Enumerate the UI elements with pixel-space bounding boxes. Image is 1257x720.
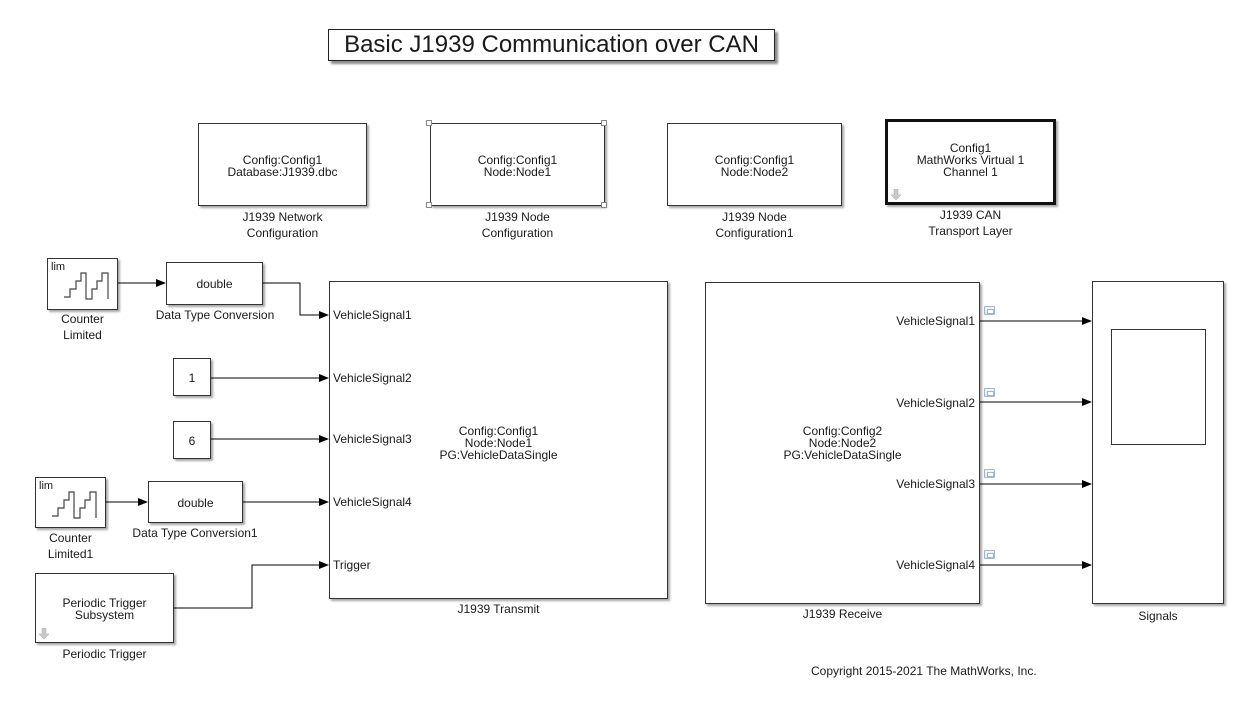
block-text: PG:VehicleDataSingle: [439, 448, 558, 462]
transmit-input-port[interactable]: VehicleSignal2: [333, 372, 412, 384]
wire-trigger-transmit: [174, 561, 329, 609]
constant-value: 1: [188, 371, 196, 385]
block-label: J1939 Network Configuration: [242, 210, 323, 240]
staircase-icon: [52, 491, 97, 519]
transmit-input-port[interactable]: Trigger: [333, 559, 371, 571]
receive-output-port[interactable]: VehicleSignal2: [896, 397, 975, 409]
selection-handle[interactable]: [601, 120, 607, 126]
block-label: J1939 Receive: [802, 607, 883, 621]
block-label: Data Type Conversion: [155, 308, 275, 322]
block-text: Database:J1939.dbc: [227, 165, 338, 179]
periodic-trigger-subsystem-block[interactable]: Periodic Trigger Subsystem: [35, 573, 174, 643]
transmit-input-port[interactable]: VehicleSignal4: [333, 496, 412, 508]
signals-scope-block[interactable]: [1092, 281, 1224, 604]
constant-block-1[interactable]: 1: [173, 358, 211, 396]
copyright-annotation: Copyright 2015-2021 The MathWorks, Inc.: [811, 664, 1037, 678]
j1939-node-configuration1-block[interactable]: Config:Config1 Node:Node2: [667, 123, 842, 206]
scope-screen-icon: [1111, 329, 1206, 445]
counter-limited-block[interactable]: lim: [47, 258, 118, 310]
constant-value: 6: [188, 434, 196, 448]
selection-handle[interactable]: [426, 120, 432, 126]
signal-logging-icon[interactable]: [984, 550, 995, 559]
j1939-receive-block[interactable]: Config:Config2 Node:Node2 PG:VehicleData…: [705, 282, 980, 604]
staircase-icon: [64, 272, 109, 300]
signal-logging-icon[interactable]: [984, 388, 995, 397]
counter-limited1-block[interactable]: lim: [35, 477, 106, 528]
block-label: J1939 Transmit: [457, 602, 540, 616]
signal-logging-icon[interactable]: [984, 306, 995, 315]
receive-output-port[interactable]: VehicleSignal3: [896, 478, 975, 490]
signal-logging-icon[interactable]: [984, 469, 995, 478]
transmit-input-port[interactable]: VehicleSignal1: [333, 309, 412, 321]
block-label: J1939 Node Configuration1: [715, 210, 794, 240]
block-label: J1939 CAN Transport Layer: [928, 208, 1013, 238]
block-label: Periodic Trigger: [62, 647, 147, 661]
j1939-network-configuration-block[interactable]: Config:Config1 Database:J1939.dbc: [198, 123, 367, 206]
selection-handle[interactable]: [426, 202, 432, 208]
block-label: Counter Limited1: [47, 531, 94, 561]
block-text: double: [177, 496, 214, 510]
block-label: Counter Limited: [61, 312, 104, 342]
block-text: double: [196, 277, 233, 291]
receive-output-port[interactable]: VehicleSignal4: [896, 559, 975, 571]
block-text: Node:Node2: [720, 165, 789, 179]
j1939-node-configuration-block[interactable]: Config:Config1 Node:Node1: [430, 123, 605, 206]
receive-output-port[interactable]: VehicleSignal1: [896, 315, 975, 327]
block-label: J1939 Node Configuration: [481, 210, 554, 240]
selection-handle[interactable]: [601, 202, 607, 208]
block-text: Channel 1: [943, 165, 998, 179]
data-type-conversion1-block[interactable]: double: [148, 481, 243, 523]
transmit-input-port[interactable]: VehicleSignal3: [333, 433, 412, 445]
block-label: Signals: [1138, 609, 1178, 623]
data-type-conversion-block[interactable]: double: [166, 262, 263, 305]
block-text: Subsystem: [74, 608, 135, 622]
subsystem-arrow-icon: [890, 189, 902, 201]
block-text: Node:Node1: [483, 165, 552, 179]
subsystem-arrow-icon: [38, 628, 50, 640]
j1939-can-transport-layer-block[interactable]: Config1 MathWorks Virtual 1 Channel 1: [885, 119, 1056, 205]
block-label: Data Type Conversion1: [132, 526, 258, 540]
block-text: PG:VehicleDataSingle: [783, 448, 902, 462]
constant-block-6[interactable]: 6: [173, 421, 211, 459]
